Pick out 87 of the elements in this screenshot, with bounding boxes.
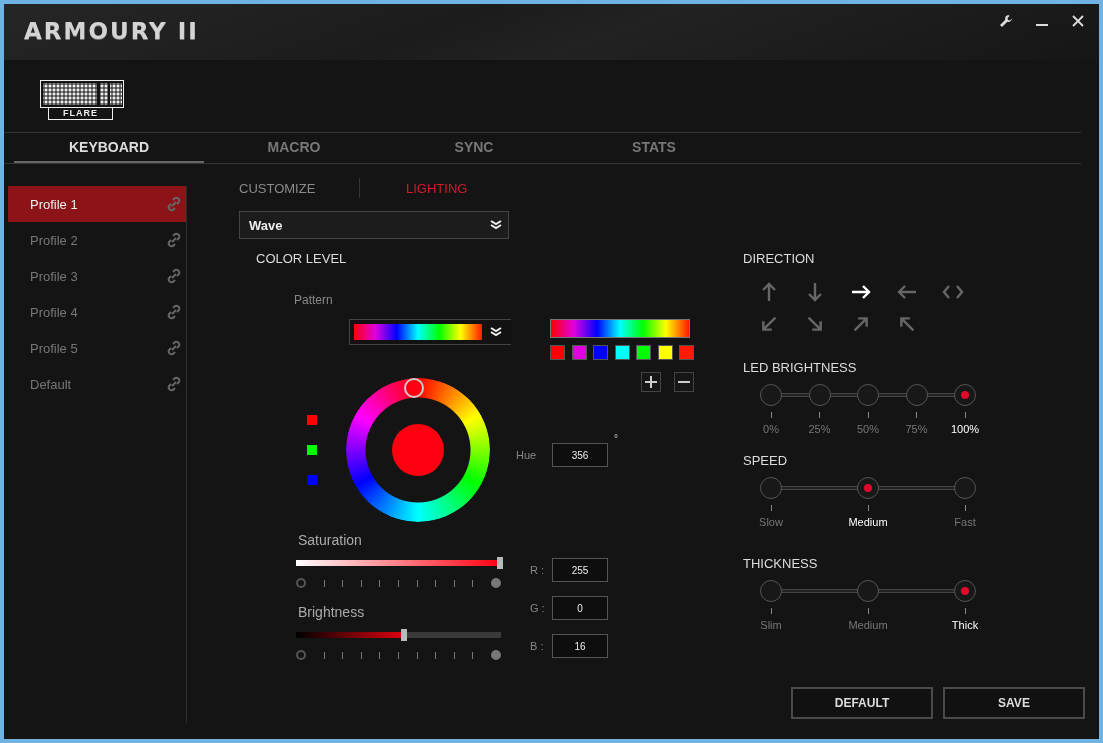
profile-name: Profile 4 — [30, 304, 78, 320]
profile-item[interactable]: Profile 1 — [8, 186, 186, 222]
link-icon[interactable] — [166, 232, 182, 248]
profile-name: Profile 2 — [30, 232, 78, 248]
profile-item[interactable]: Profile 3 — [8, 258, 186, 294]
step-option[interactable] — [760, 580, 782, 602]
degree-unit: ° — [614, 433, 618, 444]
step-option[interactable] — [954, 580, 976, 602]
saturation-slider[interactable] — [296, 560, 501, 566]
sub-tab[interactable]: LIGHTING — [360, 180, 468, 196]
profile-item[interactable]: Profile 4 — [8, 294, 186, 330]
step-label: 50% — [857, 423, 879, 435]
step-option[interactable] — [808, 384, 831, 406]
pattern-dropdown[interactable] — [349, 319, 511, 345]
step-label: Fast — [954, 516, 976, 528]
step-label: Medium — [848, 516, 888, 528]
profile-item[interactable]: Default — [8, 366, 186, 402]
hue-label: Hue — [516, 449, 538, 461]
saturation-label: Saturation — [298, 532, 363, 548]
channel-marker-icon — [307, 445, 317, 455]
step-option[interactable] — [760, 477, 782, 499]
channel-marker-icon — [307, 475, 317, 485]
section-heading: SPEED — [743, 453, 789, 469]
keyboard-icon — [40, 80, 124, 108]
step-option[interactable] — [857, 384, 879, 406]
nav-tab[interactable]: KEYBOARD — [14, 133, 204, 163]
step-option[interactable] — [760, 384, 782, 406]
step-label: Slim — [760, 619, 782, 631]
nav-tab[interactable]: MACRO — [204, 133, 384, 163]
profile-name: Profile 3 — [30, 268, 78, 284]
action-button[interactable]: DEFAULT — [791, 687, 933, 719]
effect-dropdown[interactable]: Wave — [239, 211, 509, 239]
step-label: Thick — [951, 619, 979, 631]
step-option[interactable] — [857, 580, 879, 602]
channel-field[interactable]: 16 — [552, 634, 608, 658]
channel-label: R : — [530, 564, 546, 576]
app-logo: ARMOURY II — [24, 18, 199, 44]
section-heading: LED BRIGHTNESS — [743, 360, 858, 376]
action-button[interactable]: SAVE — [943, 687, 1085, 719]
slider-thumb[interactable] — [497, 557, 503, 569]
device-name: FLARE — [48, 108, 113, 120]
double-chevron-icon — [490, 327, 502, 337]
step-label: Slow — [759, 516, 783, 528]
hue-field[interactable]: 356 — [552, 443, 608, 467]
link-icon[interactable] — [166, 304, 182, 320]
color-swatch[interactable] — [550, 345, 565, 360]
remove-icon[interactable] — [674, 372, 694, 392]
section-heading: DIRECTION — [743, 251, 816, 267]
channel-field[interactable]: 255 — [552, 558, 608, 582]
channel-label: G : — [530, 602, 546, 614]
profile-item[interactable]: Profile 5 — [8, 330, 186, 366]
color-swatch[interactable] — [636, 345, 651, 360]
profile-name: Profile 1 — [30, 196, 78, 212]
profile-name: Profile 5 — [30, 340, 78, 356]
sub-tab[interactable]: CUSTOMIZE — [239, 180, 359, 196]
link-icon[interactable] — [166, 376, 182, 392]
profile-name: Default — [30, 376, 72, 392]
step-option[interactable] — [905, 384, 928, 406]
step-option[interactable] — [857, 477, 879, 499]
color-swatch[interactable] — [614, 345, 630, 360]
link-icon[interactable] — [166, 268, 182, 284]
pattern-label: Pattern — [294, 293, 334, 307]
nav-tab[interactable]: STATS — [564, 133, 744, 163]
section-heading: THICKNESS — [743, 556, 819, 572]
step-label: Medium — [848, 619, 888, 631]
add-icon[interactable] — [641, 372, 661, 392]
step-option[interactable] — [954, 384, 976, 406]
link-icon[interactable] — [166, 340, 182, 356]
step-label: 100% — [950, 423, 980, 435]
nav-tab[interactable]: SYNC — [384, 133, 564, 163]
step-label: 0% — [763, 423, 779, 435]
slider-thumb[interactable] — [400, 629, 407, 641]
step-label: 25% — [808, 423, 831, 435]
brightness-label: Brightness — [298, 604, 366, 620]
color-swatch[interactable] — [571, 345, 587, 360]
brightness-slider[interactable] — [296, 632, 501, 638]
channel-label: B : — [530, 640, 545, 652]
double-chevron-icon — [490, 220, 502, 230]
color-swatch[interactable] — [657, 345, 673, 360]
channel-field[interactable]: 0 — [552, 596, 608, 620]
profile-item[interactable]: Profile 2 — [8, 222, 186, 258]
step-option[interactable] — [954, 477, 976, 499]
channel-marker-icon — [307, 415, 317, 425]
section-heading: COLOR LEVEL — [256, 251, 348, 267]
step-label: 75% — [905, 423, 928, 435]
color-swatch[interactable] — [679, 345, 694, 360]
color-swatch[interactable] — [593, 345, 608, 360]
